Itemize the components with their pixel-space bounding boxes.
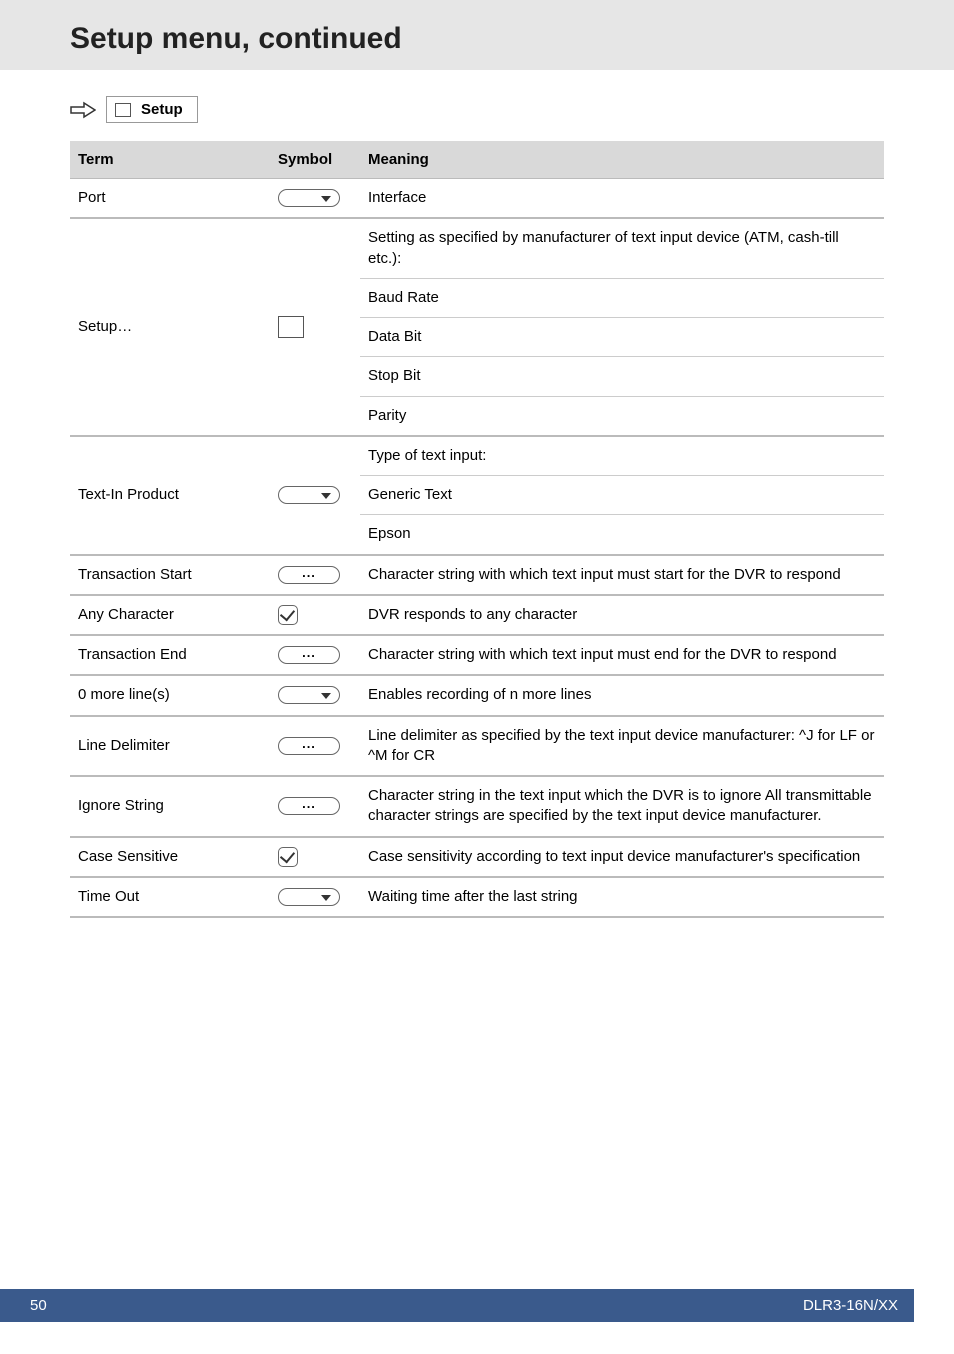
meaning-cell: Character string in the text input which… xyxy=(360,776,884,837)
ellipsis-icon xyxy=(278,566,340,584)
table-row: Case Sensitive Case sensitivity according… xyxy=(70,837,884,877)
table-row: Line Delimiter Line delimiter as specifie… xyxy=(70,716,884,777)
meaning-cell: Stop Bit xyxy=(360,357,884,396)
symbol-cell xyxy=(270,635,360,675)
symbol-cell xyxy=(270,837,360,877)
dropdown-icon xyxy=(278,888,340,906)
page-title: Setup menu, continued xyxy=(70,22,954,56)
meaning-cell: Enables recording of n more lines xyxy=(360,675,884,715)
meaning-cell: Setting as specified by manufacturer of … xyxy=(360,218,884,278)
symbol-cell xyxy=(270,555,360,595)
term-cell: Port xyxy=(70,179,270,219)
meaning-cell: Character string with which text input m… xyxy=(360,555,884,595)
meaning-cell: Character string with which text input m… xyxy=(360,635,884,675)
table-row: Time Out Waiting time after the last stri… xyxy=(70,877,884,917)
checkbox-icon xyxy=(278,605,298,625)
dropdown-icon xyxy=(278,686,340,704)
term-cell: Any Character xyxy=(70,595,270,635)
header-band: Setup menu, continued xyxy=(0,0,954,70)
ellipsis-icon xyxy=(278,646,340,664)
breadcrumb-label: Setup xyxy=(141,101,183,118)
symbol-cell xyxy=(270,877,360,917)
table-row: Transaction Start Character string with w… xyxy=(70,555,884,595)
meaning-cell: DVR responds to any character xyxy=(360,595,884,635)
meaning-cell: Parity xyxy=(360,396,884,436)
ellipsis-icon xyxy=(278,737,340,755)
meaning-cell: Baud Rate xyxy=(360,278,884,317)
table-row: Text-In ProductType of text input: xyxy=(70,436,884,476)
table-row: 0 more line(s) Enables recording of n mor… xyxy=(70,675,884,715)
table-header-row: Term Symbol Meaning xyxy=(70,141,884,179)
square-icon xyxy=(115,103,131,117)
table-row: Any Character DVR responds to any charact… xyxy=(70,595,884,635)
meaning-cell: Type of text input: xyxy=(360,436,884,476)
meaning-cell: Line delimiter as specified by the text … xyxy=(360,716,884,777)
content-area: Setup Term Symbol Meaning PortInterfaceS… xyxy=(0,96,954,918)
term-cell: Line Delimiter xyxy=(70,716,270,777)
footer-bar: 50 DLR3-16N/XX xyxy=(0,1289,914,1322)
term-cell: Case Sensitive xyxy=(70,837,270,877)
term-cell: Transaction End xyxy=(70,635,270,675)
table-row: Setup…Setting as specified by manufactur… xyxy=(70,218,884,278)
meaning-cell: Interface xyxy=(360,179,884,219)
arrow-right-icon xyxy=(70,100,96,120)
symbol-cell xyxy=(270,675,360,715)
table-body: PortInterfaceSetup…Setting as specified … xyxy=(70,179,884,918)
symbol-cell xyxy=(270,595,360,635)
meaning-cell: Data Bit xyxy=(360,318,884,357)
col-meaning: Meaning xyxy=(360,141,884,179)
table-row: Ignore String Character string in the tex… xyxy=(70,776,884,837)
breadcrumb: Setup xyxy=(70,96,884,123)
table-row: Transaction End Character string with whi… xyxy=(70,635,884,675)
breadcrumb-box: Setup xyxy=(106,96,198,123)
meaning-cell: Epson xyxy=(360,515,884,555)
meaning-cell: Waiting time after the last string xyxy=(360,877,884,917)
col-symbol: Symbol xyxy=(270,141,360,179)
symbol-cell xyxy=(270,776,360,837)
checkbox-icon xyxy=(278,847,298,867)
term-cell: 0 more line(s) xyxy=(70,675,270,715)
symbol-cell xyxy=(270,436,360,555)
symbol-cell xyxy=(270,716,360,777)
meaning-cell: Case sensitivity according to text input… xyxy=(360,837,884,877)
table-row: Port Interface xyxy=(70,179,884,219)
footer: 50 DLR3-16N/XX xyxy=(0,1289,954,1322)
symbol-cell xyxy=(270,179,360,219)
term-cell: Text-In Product xyxy=(70,436,270,555)
col-term: Term xyxy=(70,141,270,179)
ellipsis-icon xyxy=(278,797,340,815)
term-cell: Setup… xyxy=(70,218,270,436)
doc-id: DLR3-16N/XX xyxy=(803,1297,898,1314)
dropdown-icon xyxy=(278,189,340,207)
term-cell: Time Out xyxy=(70,877,270,917)
meaning-cell: Generic Text xyxy=(360,476,884,515)
page-number: 50 xyxy=(30,1297,47,1314)
definitions-table: Term Symbol Meaning PortInterfaceSetup…S… xyxy=(70,141,884,918)
symbol-cell xyxy=(270,218,360,436)
dropdown-icon xyxy=(278,486,340,504)
term-cell: Transaction Start xyxy=(70,555,270,595)
box-icon xyxy=(278,316,304,338)
term-cell: Ignore String xyxy=(70,776,270,837)
